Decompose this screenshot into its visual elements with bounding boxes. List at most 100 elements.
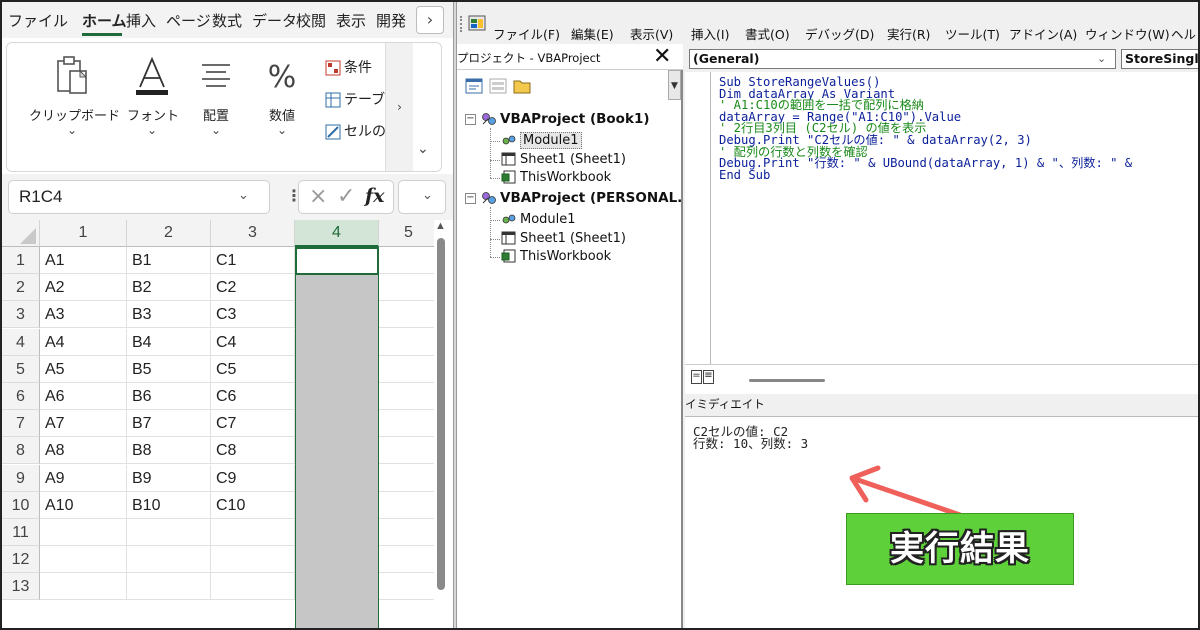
- cell[interactable]: A7: [40, 410, 127, 438]
- vertical-scrollbar[interactable]: ▲: [434, 220, 448, 628]
- row-header-4[interactable]: 4: [2, 328, 40, 356]
- project-tree-item[interactable]: Module1: [501, 132, 582, 149]
- code-editor[interactable]: Sub StoreRangeValues() Dim dataArray As V…: [719, 76, 1198, 182]
- vbe-menu-insert[interactable]: 挿入(I): [691, 24, 729, 43]
- code-line[interactable]: End Sub: [719, 169, 1198, 182]
- tab-home[interactable]: ホーム: [82, 12, 127, 30]
- tab-developer[interactable]: 開発: [376, 12, 406, 30]
- cell[interactable]: [40, 573, 127, 601]
- cell[interactable]: A1: [40, 247, 127, 274]
- cell[interactable]: [379, 546, 439, 574]
- format-as-table-button[interactable]: テーブ: [325, 89, 385, 109]
- cell[interactable]: B4: [127, 328, 211, 356]
- immediate-output-line[interactable]: 行数: 10、列数: 3: [693, 437, 808, 450]
- cell[interactable]: B3: [127, 301, 211, 329]
- cell[interactable]: C6: [211, 383, 295, 410]
- cell[interactable]: C8: [211, 437, 295, 465]
- row-header-3[interactable]: 3: [2, 301, 40, 329]
- name-box[interactable]: R1C4: [8, 180, 270, 214]
- row-header-6[interactable]: 6: [2, 383, 40, 410]
- cell[interactable]: A8: [40, 437, 127, 465]
- vbe-menu-tools[interactable]: ツール(T): [945, 24, 1000, 43]
- collapse-icon[interactable]: −: [465, 114, 476, 125]
- cell[interactable]: B9: [127, 464, 211, 492]
- cell[interactable]: B5: [127, 355, 211, 383]
- vbe-menu-format[interactable]: 書式(O): [745, 24, 790, 43]
- vbe-menu-view[interactable]: 表示(V): [630, 24, 673, 43]
- cell[interactable]: [379, 328, 439, 356]
- cell[interactable]: A5: [40, 355, 127, 383]
- row-header-12[interactable]: 12: [2, 546, 40, 574]
- cell[interactable]: [127, 573, 211, 601]
- row-header-8[interactable]: 8: [2, 437, 40, 465]
- vbe-menu-file[interactable]: ファイル(F): [493, 24, 560, 43]
- collapse-icon[interactable]: −: [465, 193, 476, 204]
- ribbon-collapse-icon[interactable]: ⌄: [417, 141, 429, 157]
- project-tree-item[interactable]: Sheet1 (Sheet1): [501, 152, 626, 168]
- cell[interactable]: C3: [211, 301, 295, 329]
- vbe-menu-edit[interactable]: 編集(E): [571, 24, 614, 43]
- cell[interactable]: A6: [40, 383, 127, 410]
- project-tree-item[interactable]: ThisWorkbook: [501, 249, 611, 265]
- horizontal-scrollbar-thumb[interactable]: [749, 379, 825, 382]
- tab-review[interactable]: 校閲: [296, 12, 326, 30]
- column-header-5[interactable]: 5: [379, 220, 439, 247]
- chevron-down-icon[interactable]: ⌄: [422, 188, 433, 203]
- cell[interactable]: C9: [211, 464, 295, 492]
- view-code-icon[interactable]: [465, 78, 483, 98]
- row-header-7[interactable]: 7: [2, 410, 40, 438]
- cell[interactable]: [211, 573, 295, 601]
- scroll-down-icon[interactable]: ▼: [671, 81, 678, 91]
- cell[interactable]: C10: [211, 491, 295, 519]
- code-margin[interactable]: [685, 72, 711, 372]
- cell[interactable]: [127, 546, 211, 574]
- tab-page-layout[interactable]: ページ: [166, 12, 211, 30]
- cell[interactable]: [379, 383, 439, 410]
- cell-styles-button[interactable]: セルの: [325, 121, 386, 141]
- cell[interactable]: [211, 546, 295, 574]
- vbe-menu-help[interactable]: ヘル: [1171, 24, 1196, 43]
- cell[interactable]: [40, 519, 127, 546]
- code-line[interactable]: Debug.Print "行数: " & UBound(dataArray, 1…: [719, 157, 1198, 170]
- cell[interactable]: [40, 546, 127, 574]
- procedure-view-icon[interactable]: =: [691, 370, 702, 384]
- insert-function-icon[interactable]: fx: [365, 185, 385, 207]
- excel-app-icon[interactable]: [468, 13, 488, 37]
- cell[interactable]: B6: [127, 383, 211, 410]
- tab-view[interactable]: 表示: [336, 12, 366, 30]
- column-header-3[interactable]: 3: [211, 220, 295, 247]
- cell[interactable]: A2: [40, 274, 127, 302]
- close-icon[interactable]: ✕: [653, 44, 671, 69]
- vbe-menu-addins[interactable]: アドイン(A): [1009, 24, 1077, 43]
- project-tree-item[interactable]: Sheet1 (Sheet1): [501, 231, 626, 247]
- object-combo[interactable]: (General) ⌄: [689, 49, 1116, 69]
- cell[interactable]: B10: [127, 491, 211, 519]
- tab-data[interactable]: データ: [252, 12, 297, 30]
- cell[interactable]: C2: [211, 274, 295, 302]
- row-header-13[interactable]: 13: [2, 573, 40, 601]
- tab-insert[interactable]: 挿入: [126, 12, 156, 30]
- tab-formulas[interactable]: 数式: [212, 12, 242, 30]
- vbe-menu-run[interactable]: 実行(R): [887, 24, 930, 43]
- cell[interactable]: B1: [127, 247, 211, 274]
- worksheet-grid[interactable]: 12345 1 A1 B1 C1 2 A2 B2 C2 3 A3 B3 C3 4 A4 B4 C4 5 A5 B5 C…: [2, 220, 453, 628]
- font-group[interactable]: フォント ⌄: [127, 53, 179, 137]
- cell[interactable]: A9: [40, 464, 127, 492]
- project-tree-item[interactable]: Module1: [501, 212, 576, 228]
- row-header-2[interactable]: 2: [2, 274, 40, 302]
- row-header-1[interactable]: 1: [2, 247, 40, 274]
- cell[interactable]: [379, 247, 439, 274]
- project-tree-item[interactable]: ThisWorkbook: [501, 170, 611, 186]
- column-header-4[interactable]: 4: [295, 220, 379, 247]
- immediate-output[interactable]: C2セルの値: C2 行数: 10、列数: 3: [693, 425, 808, 450]
- alignment-group[interactable]: 配置 ⌄: [191, 53, 241, 137]
- cell[interactable]: B7: [127, 410, 211, 438]
- cell[interactable]: C1: [211, 247, 295, 274]
- toggle-folders-icon[interactable]: [513, 78, 531, 98]
- check-icon[interactable]: ✓: [337, 184, 355, 209]
- chevron-down-icon[interactable]: ⌄: [238, 188, 249, 203]
- cell[interactable]: [379, 355, 439, 383]
- cell[interactable]: [379, 491, 439, 519]
- project-tree-item[interactable]: VBAProject (PERSONAL.: [481, 190, 682, 206]
- cell[interactable]: C5: [211, 355, 295, 383]
